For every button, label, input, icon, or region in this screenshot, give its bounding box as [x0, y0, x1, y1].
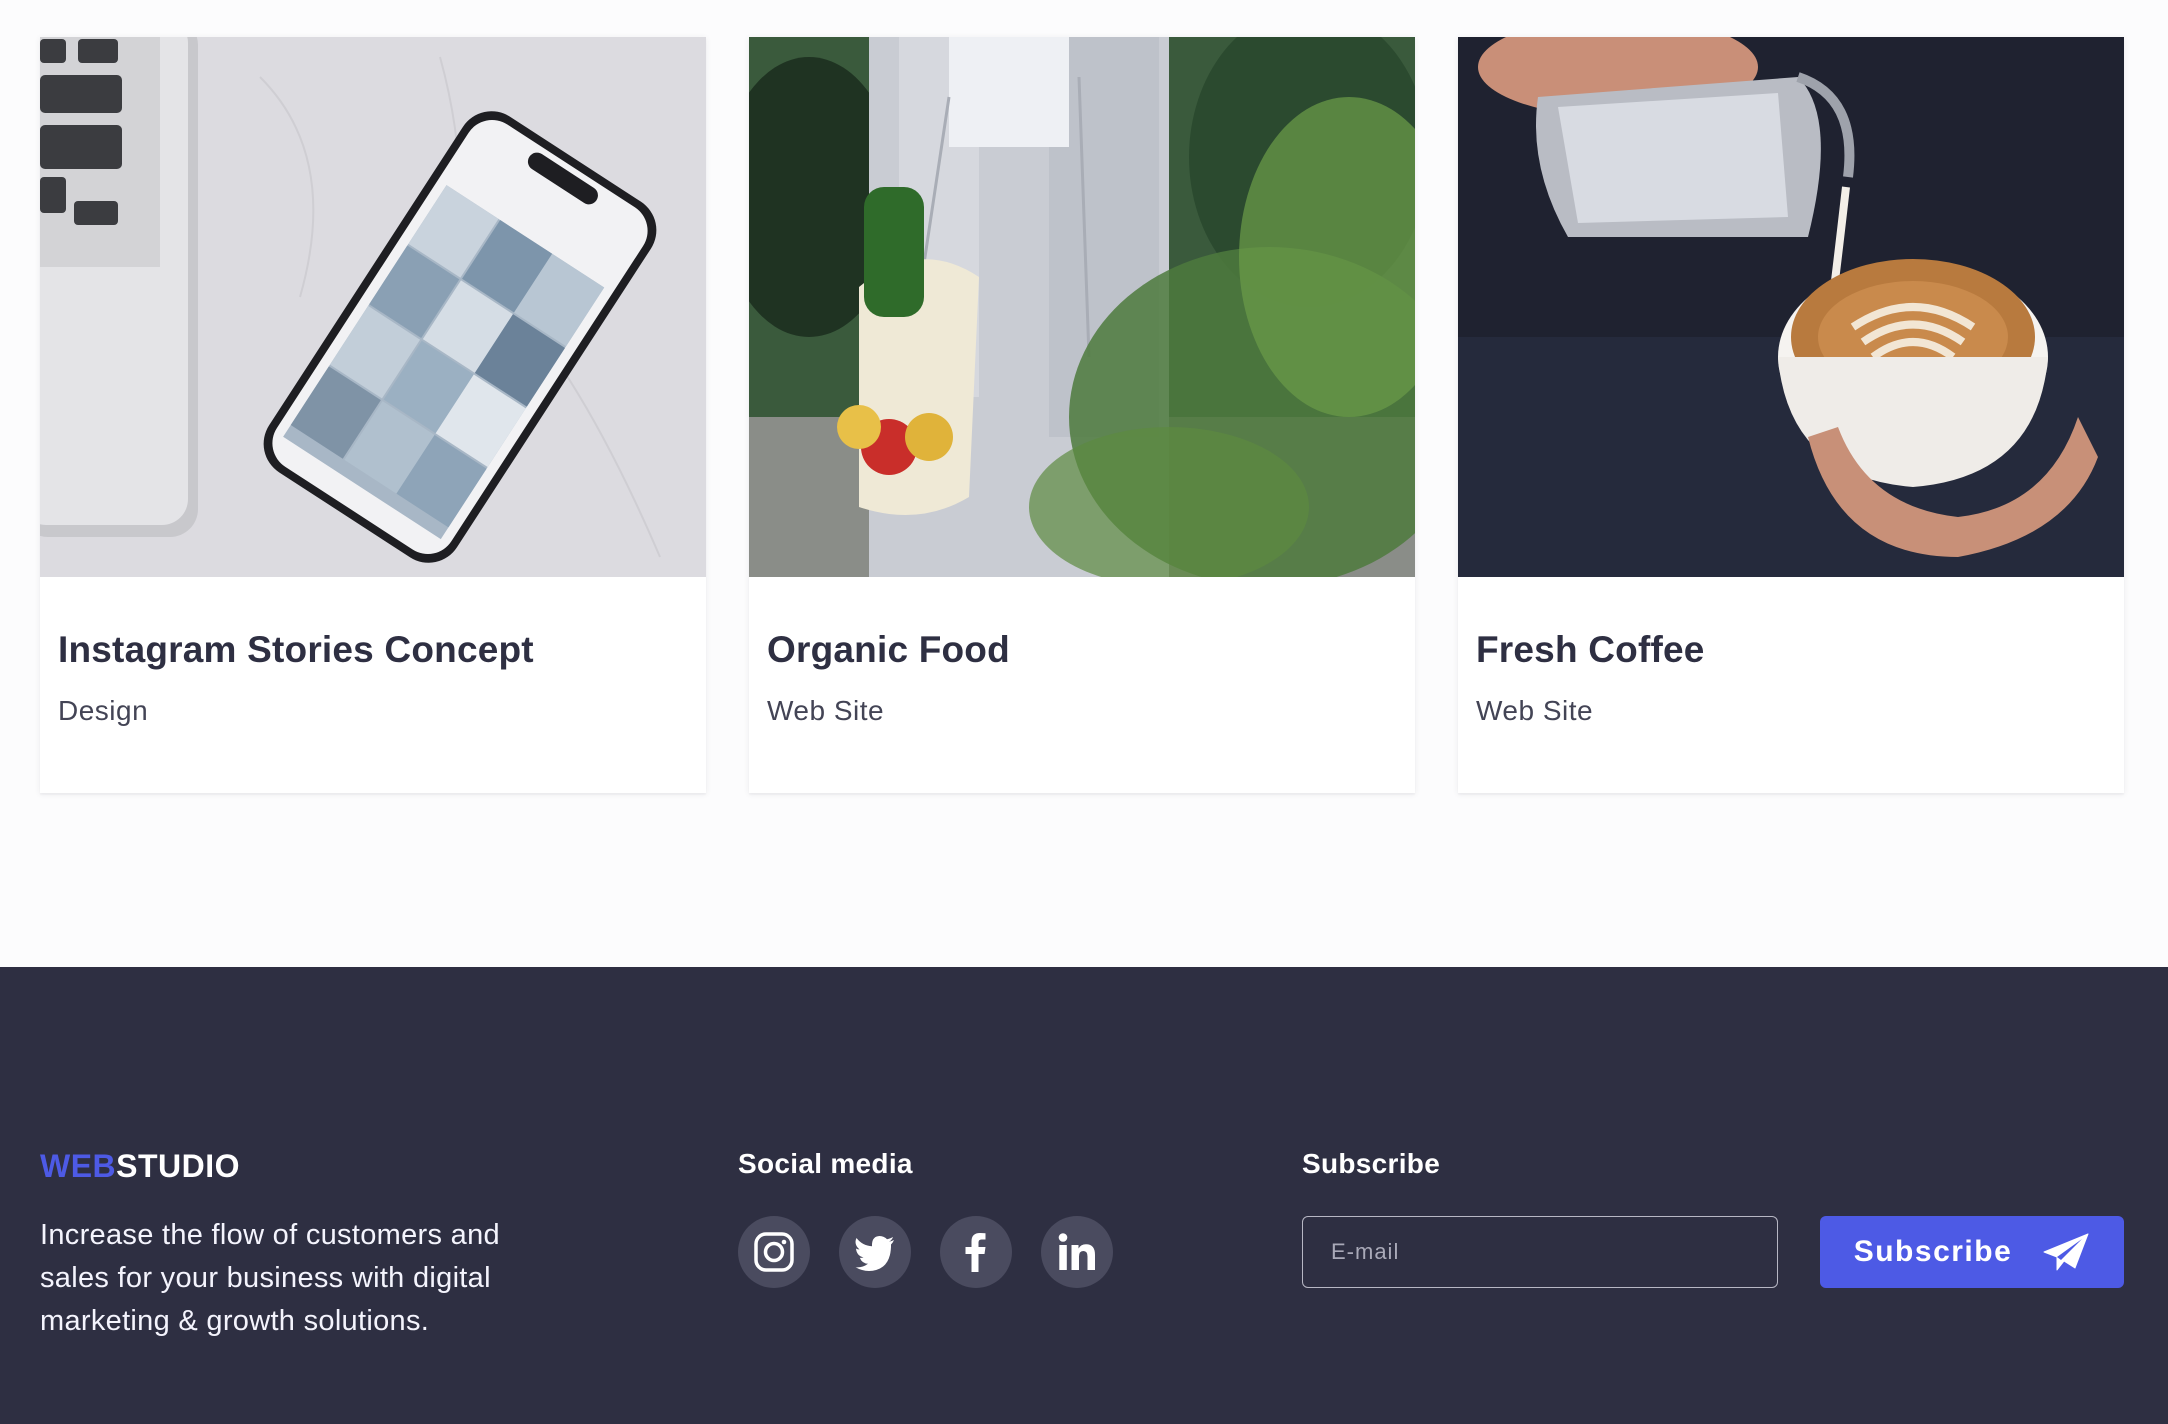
- card-body: Instagram Stories Concept Design: [58, 629, 534, 727]
- twitter-link[interactable]: [839, 1216, 911, 1288]
- social-links: [738, 1216, 1113, 1288]
- card-category: Web Site: [1476, 695, 1594, 726]
- site-footer: WEBSTUDIO Increase the flow of customers…: [0, 967, 2168, 1424]
- card-title: Fresh Coffee: [1476, 629, 1705, 670]
- card-category: Design: [58, 695, 149, 726]
- portfolio-card-instagram[interactable]: Instagram Stories Concept Design: [40, 37, 706, 793]
- subscribe-heading: Subscribe: [1302, 1148, 1441, 1179]
- email-input[interactable]: [1302, 1216, 1778, 1288]
- logo-part-studio: STUDIO: [116, 1148, 241, 1184]
- subscribe-button-label: Subscribe: [1853, 1235, 2013, 1268]
- card-title: Organic Food: [767, 629, 1010, 670]
- subscribe-button[interactable]: Subscribe: [1820, 1216, 2124, 1288]
- social-media-heading: Social media: [738, 1148, 913, 1179]
- linkedin-icon: [1058, 1233, 1095, 1270]
- logo-part-web: WEB: [40, 1148, 117, 1184]
- card-body: Fresh Coffee Web Site: [1476, 629, 1705, 727]
- footer-logo[interactable]: WEBSTUDIO: [40, 1148, 240, 1185]
- card-body: Organic Food Web Site: [767, 629, 1010, 727]
- card-image-phone[interactable]: [40, 37, 706, 577]
- portfolio-card-organic-food[interactable]: Organic Food Web Site: [749, 37, 1415, 793]
- footer-tagline: Increase the flow of customers and sales…: [40, 1219, 500, 1337]
- phone-on-desk-image: [40, 37, 706, 577]
- instagram-link[interactable]: [738, 1216, 810, 1288]
- facebook-icon: [965, 1233, 986, 1272]
- card-category: Web Site: [767, 695, 885, 726]
- portfolio-list: Instagram Stories Concept Design Organic…: [40, 37, 2124, 793]
- instagram-icon: [754, 1232, 794, 1272]
- card-title: Instagram Stories Concept: [58, 629, 534, 670]
- card-image-coffee[interactable]: [1458, 37, 2124, 577]
- send-icon: [2043, 1233, 2089, 1271]
- organic-food-image: [749, 37, 1415, 577]
- linkedin-link[interactable]: [1041, 1216, 1113, 1288]
- facebook-link[interactable]: [940, 1216, 1012, 1288]
- coffee-latte-image: [1458, 37, 2124, 577]
- portfolio-card-fresh-coffee[interactable]: Fresh Coffee Web Site: [1458, 37, 2124, 793]
- twitter-icon: [855, 1236, 894, 1271]
- card-image-organic[interactable]: [749, 37, 1415, 577]
